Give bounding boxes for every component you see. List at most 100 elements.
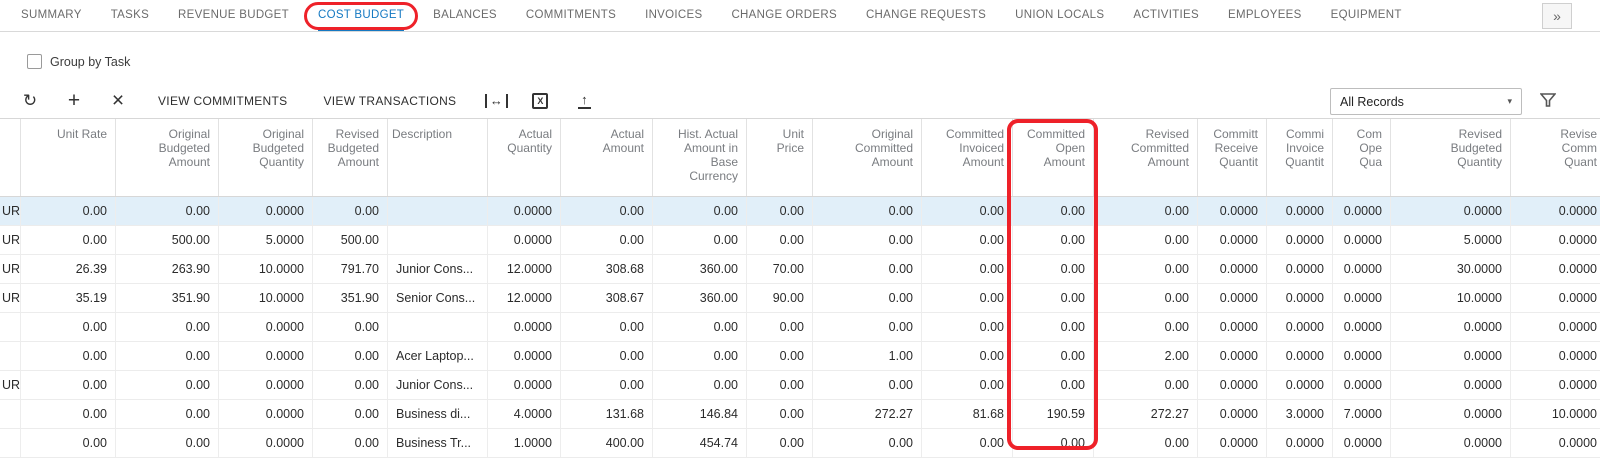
cell-orig_budgeted_qty[interactable]: 10.0000 <box>218 255 312 283</box>
cell-rev_committed_amount[interactable]: 0.00 <box>1093 226 1197 254</box>
table-row[interactable]: UR0.000.000.00000.00Junior Cons...0.0000… <box>0 371 1600 400</box>
cell-actual_qty[interactable]: 0.0000 <box>487 197 560 225</box>
column-header-committed_open_amount[interactable]: Committed Open Amount <box>1012 119 1093 196</box>
column-header-actual_qty[interactable]: Actual Quantity <box>487 119 560 196</box>
cell-rev_budgeted_qty[interactable]: 0.0000 <box>1390 313 1510 341</box>
cell-committed_recv_qty[interactable]: 0.0000 <box>1197 371 1266 399</box>
cell-committed_open_amount[interactable]: 0.00 <box>1012 284 1093 312</box>
cell-committed_inv_qty[interactable]: 0.0000 <box>1266 284 1332 312</box>
table-row[interactable]: 0.000.000.00000.000.00000.000.000.000.00… <box>0 313 1600 342</box>
cell-actual_amount[interactable]: 0.00 <box>560 313 652 341</box>
cell-hist_actual_amount[interactable]: 0.00 <box>652 197 746 225</box>
cell-orig_committed_amount[interactable]: 272.27 <box>812 400 921 428</box>
cell-actual_qty[interactable]: 0.0000 <box>487 313 560 341</box>
cell-committed_open_qty[interactable]: 0.0000 <box>1332 197 1390 225</box>
cell-orig_budgeted_amount[interactable]: 0.00 <box>115 197 218 225</box>
cell-rev_budgeted_amount[interactable]: 351.90 <box>312 284 387 312</box>
upload-button[interactable]: ↑ <box>562 86 606 116</box>
cell-uom[interactable]: UR <box>0 255 20 283</box>
cell-unit_rate[interactable]: 35.19 <box>20 284 115 312</box>
cell-actual_amount[interactable]: 0.00 <box>560 197 652 225</box>
cell-committed_open_qty[interactable]: 0.0000 <box>1332 226 1390 254</box>
cell-committed_inv_qty[interactable]: 0.0000 <box>1266 226 1332 254</box>
cell-committed_open_amount[interactable]: 0.00 <box>1012 226 1093 254</box>
cell-committed_open_amount[interactable]: 0.00 <box>1012 313 1093 341</box>
cell-orig_budgeted_amount[interactable]: 0.00 <box>115 400 218 428</box>
cell-hist_actual_amount[interactable]: 454.74 <box>652 429 746 457</box>
cell-orig_budgeted_qty[interactable]: 5.0000 <box>218 226 312 254</box>
cell-orig_budgeted_amount[interactable]: 263.90 <box>115 255 218 283</box>
cell-unit_rate[interactable]: 26.39 <box>20 255 115 283</box>
view-transactions-button[interactable]: VIEW TRANSACTIONS <box>305 86 474 116</box>
cell-rev_budgeted_amount[interactable]: 500.00 <box>312 226 387 254</box>
cell-description[interactable] <box>387 197 487 225</box>
table-row[interactable]: UR0.000.000.00000.000.00000.000.000.000.… <box>0 197 1600 226</box>
cell-uom[interactable] <box>0 313 20 341</box>
cell-actual_qty[interactable]: 0.0000 <box>487 342 560 370</box>
cell-committed_open_qty[interactable]: 0.0000 <box>1332 284 1390 312</box>
cell-committed_inv_qty[interactable]: 0.0000 <box>1266 429 1332 457</box>
cell-orig_budgeted_qty[interactable]: 0.0000 <box>218 197 312 225</box>
cell-committed_open_qty[interactable]: 7.0000 <box>1332 400 1390 428</box>
cell-committed_recv_qty[interactable]: 0.0000 <box>1197 429 1266 457</box>
cell-committed_open_amount[interactable]: 0.00 <box>1012 429 1093 457</box>
cell-committed_recv_qty[interactable]: 0.0000 <box>1197 284 1266 312</box>
cell-rev_budgeted_qty[interactable]: 0.0000 <box>1390 371 1510 399</box>
cell-unit_rate[interactable]: 0.00 <box>20 400 115 428</box>
cell-description[interactable] <box>387 313 487 341</box>
table-row[interactable]: UR35.19351.9010.0000351.90Senior Cons...… <box>0 284 1600 313</box>
cell-unit_price[interactable]: 90.00 <box>746 284 812 312</box>
records-filter-select[interactable]: All Records ▾ <box>1330 88 1522 115</box>
tab-summary[interactable]: SUMMARY <box>21 0 82 31</box>
cell-orig_budgeted_qty[interactable]: 0.0000 <box>218 429 312 457</box>
cell-rev_budgeted_qty[interactable]: 0.0000 <box>1390 342 1510 370</box>
cell-orig_budgeted_amount[interactable]: 0.00 <box>115 429 218 457</box>
filter-settings-button[interactable] <box>1540 93 1558 109</box>
cell-hist_actual_amount[interactable]: 0.00 <box>652 371 746 399</box>
cell-unit_price[interactable]: 70.00 <box>746 255 812 283</box>
cell-actual_amount[interactable]: 0.00 <box>560 226 652 254</box>
column-header-orig_committed_amount[interactable]: Original Committed Amount <box>812 119 921 196</box>
cell-rev_budgeted_amount[interactable]: 0.00 <box>312 371 387 399</box>
tab-commitments[interactable]: COMMITMENTS <box>526 0 616 31</box>
cell-rev_committed_qty[interactable]: 0.0000 <box>1510 226 1600 254</box>
cell-rev_budgeted_amount[interactable]: 0.00 <box>312 342 387 370</box>
cell-committed_inv_qty[interactable]: 0.0000 <box>1266 342 1332 370</box>
cell-actual_qty[interactable]: 0.0000 <box>487 226 560 254</box>
cell-rev_committed_amount[interactable]: 0.00 <box>1093 255 1197 283</box>
cell-rev_budgeted_amount[interactable]: 791.70 <box>312 255 387 283</box>
cell-actual_amount[interactable]: 308.67 <box>560 284 652 312</box>
cell-unit_rate[interactable]: 0.00 <box>20 429 115 457</box>
cell-hist_actual_amount[interactable]: 360.00 <box>652 284 746 312</box>
tab-invoices[interactable]: INVOICES <box>645 0 702 31</box>
column-header-actual_amount[interactable]: Actual Amount <box>560 119 652 196</box>
cell-rev_budgeted_qty[interactable]: 0.0000 <box>1390 400 1510 428</box>
cell-description[interactable]: Senior Cons... <box>387 284 487 312</box>
cell-unit_price[interactable]: 0.00 <box>746 342 812 370</box>
cell-orig_budgeted_amount[interactable]: 0.00 <box>115 342 218 370</box>
cell-committed_invoiced[interactable]: 0.00 <box>921 313 1012 341</box>
cell-committed_recv_qty[interactable]: 0.0000 <box>1197 226 1266 254</box>
cell-committed_recv_qty[interactable]: 0.0000 <box>1197 400 1266 428</box>
cell-committed_recv_qty[interactable]: 0.0000 <box>1197 255 1266 283</box>
cell-orig_budgeted_amount[interactable]: 0.00 <box>115 313 218 341</box>
cell-unit_rate[interactable]: 0.00 <box>20 226 115 254</box>
cell-rev_committed_qty[interactable]: 0.0000 <box>1510 371 1600 399</box>
cell-orig_budgeted_qty[interactable]: 0.0000 <box>218 400 312 428</box>
cell-actual_qty[interactable]: 12.0000 <box>487 255 560 283</box>
cell-hist_actual_amount[interactable]: 0.00 <box>652 313 746 341</box>
column-header-committed_inv_qty[interactable]: Commi Invoice Quantit <box>1266 119 1332 196</box>
table-row[interactable]: 0.000.000.00000.00Business di...4.000013… <box>0 400 1600 429</box>
export-excel-button[interactable]: X <box>518 86 562 116</box>
cell-rev_budgeted_amount[interactable]: 0.00 <box>312 197 387 225</box>
cell-uom[interactable]: UR <box>0 284 20 312</box>
tab-activities[interactable]: ACTIVITIES <box>1133 0 1199 31</box>
tab-employees[interactable]: EMPLOYEES <box>1228 0 1302 31</box>
cell-description[interactable]: Junior Cons... <box>387 255 487 283</box>
tab-tasks[interactable]: TASKS <box>111 0 149 31</box>
table-row[interactable]: 0.000.000.00000.00Acer Laptop...0.00000.… <box>0 342 1600 371</box>
cell-rev_committed_qty[interactable]: 0.0000 <box>1510 197 1600 225</box>
tab-union-locals[interactable]: UNION LOCALS <box>1015 0 1104 31</box>
cell-uom[interactable] <box>0 342 20 370</box>
cell-rev_committed_amount[interactable]: 2.00 <box>1093 342 1197 370</box>
